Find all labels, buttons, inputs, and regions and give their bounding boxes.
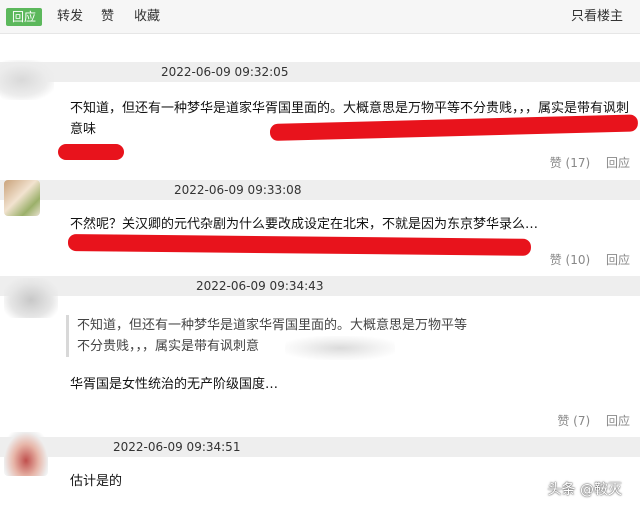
quote-line: 不知道，但还有一种梦华是道家华胥国里面的。大概意思是万物平等 <box>77 318 468 333</box>
comment-text: 不然呢？关汉卿的元代杂剧为什么要改成设定在北宋，不就是因为东京梦华录么… <box>70 217 539 232</box>
only-op-button[interactable]: 只看楼主 <box>571 9 623 25</box>
like-count-button[interactable]: 赞 (7) <box>557 414 590 428</box>
comment-text: 估计是的 <box>70 474 123 489</box>
post-toolbar: 回应 转发 赞 收藏 只看楼主 <box>0 0 640 34</box>
watermark: 头条 @鞍灭 <box>547 482 622 498</box>
reply-link[interactable]: 回应 <box>606 253 630 267</box>
redaction-mark <box>58 144 124 160</box>
avatar[interactable] <box>0 60 54 100</box>
comment-meta-bar <box>0 437 640 457</box>
comment-text: 华胥国是女性统治的无产阶级国度… <box>70 377 279 392</box>
comment-timestamp: 2022-06-09 09:34:51 <box>113 440 241 454</box>
comment-actions: 赞 (7) 回应 <box>545 412 630 429</box>
avatar[interactable] <box>4 180 40 216</box>
comment-timestamp: 2022-06-09 09:34:43 <box>196 279 324 293</box>
reply-link[interactable]: 回应 <box>606 156 630 170</box>
comment-timestamp: 2022-06-09 09:33:08 <box>174 183 302 197</box>
quote-line: 不分贵贱，，，属实是带有讽刺意 <box>77 339 260 354</box>
avatar[interactable] <box>4 432 48 476</box>
like-count-button[interactable]: 赞 (10) <box>550 253 590 267</box>
favorite-button[interactable]: 收藏 <box>134 9 160 25</box>
quoted-comment: 不知道，但还有一种梦华是道家华胥国里面的。大概意思是万物平等 不分贵贱，，，属实… <box>66 315 486 357</box>
comment-actions: 赞 (10) 回应 <box>538 251 630 268</box>
avatar[interactable] <box>4 278 58 318</box>
comment-timestamp: 2022-06-09 09:32:05 <box>161 65 289 79</box>
blurred-region <box>285 336 395 360</box>
like-count-button[interactable]: 赞 (17) <box>550 156 590 170</box>
reply-link[interactable]: 回应 <box>606 414 630 428</box>
comment-meta-bar <box>0 180 640 200</box>
comment-actions: 赞 (17) 回应 <box>538 154 630 171</box>
redaction-mark <box>67 234 532 256</box>
forward-button[interactable]: 转发 <box>57 9 83 25</box>
like-button[interactable]: 赞 <box>101 9 114 25</box>
comment-meta-bar <box>0 62 640 82</box>
reply-button[interactable]: 回应 <box>6 8 43 26</box>
